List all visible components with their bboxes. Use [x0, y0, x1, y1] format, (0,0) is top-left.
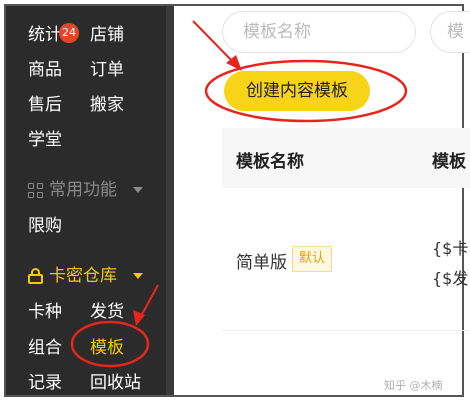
products-count-badge: 24: [59, 23, 79, 43]
sidebar-item-academy[interactable]: 学堂: [28, 130, 62, 150]
grid-icon: [28, 182, 43, 198]
sidebar-item-shop[interactable]: 店铺: [90, 25, 124, 45]
sidebar-scrollbar[interactable]: [166, 6, 174, 395]
sidebar-item-limit[interactable]: 限购: [28, 216, 62, 236]
template-name-cell: 简单版: [236, 253, 287, 273]
watermark: 知乎 @木楠: [384, 379, 443, 392]
template-variable-line-1: {$卡: [432, 239, 469, 258]
sidebar-section-common[interactable]: 常用功能: [28, 180, 143, 200]
sidebar-item-delivery[interactable]: 发货: [90, 302, 124, 322]
sidebar-item-stats[interactable]: 统计: [28, 25, 62, 45]
template-name-search-input[interactable]: 模板名称: [222, 11, 416, 53]
sidebar-item-combo[interactable]: 组合: [28, 338, 62, 358]
template-variable-line-2: {$发: [432, 269, 469, 288]
sidebar-item-records[interactable]: 记录: [28, 373, 62, 393]
screenshot-frame: 统计 店铺 商品 24 订单 售后 搬家 学堂 常用功能 限购 卡密仓库 卡种 …: [4, 4, 464, 397]
sidebar-item-card-types[interactable]: 卡种: [28, 302, 62, 322]
create-content-template-button[interactable]: 创建内容模板: [224, 71, 370, 111]
sidebar: 统计 店铺 商品 24 订单 售后 搬家 学堂 常用功能 限购 卡密仓库 卡种 …: [6, 6, 174, 395]
chevron-down-icon: [133, 187, 143, 193]
sidebar-section-card-warehouse[interactable]: 卡密仓库: [28, 266, 143, 286]
sidebar-item-orders[interactable]: 订单: [90, 60, 124, 80]
sidebar-item-templates[interactable]: 模板: [90, 338, 124, 358]
lock-icon: [28, 268, 43, 284]
secondary-search-input[interactable]: 模: [430, 11, 470, 53]
section-label-common: 常用功能: [49, 180, 117, 200]
default-badge: 默认: [292, 246, 333, 272]
table-row-divider: [222, 330, 470, 331]
chevron-down-icon: [133, 273, 143, 279]
sidebar-item-aftersale[interactable]: 售后: [28, 95, 62, 115]
column-header-template-name: 模板名称: [236, 152, 304, 172]
column-header-template: 模板: [432, 152, 466, 172]
section-label-card-warehouse: 卡密仓库: [49, 266, 117, 286]
sidebar-item-products[interactable]: 商品: [28, 60, 62, 80]
sidebar-item-recycle-bin[interactable]: 回收站: [90, 373, 141, 393]
sidebar-item-migrate[interactable]: 搬家: [90, 95, 124, 115]
